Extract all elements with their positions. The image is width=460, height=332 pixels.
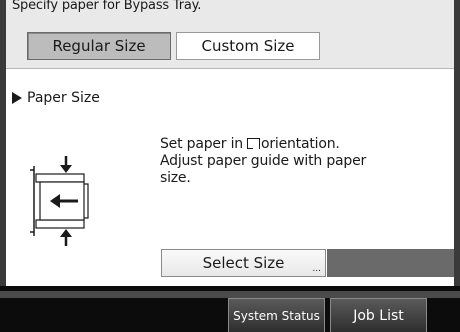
message-line2: Adjust paper guide with paper: [160, 153, 367, 169]
selection-status-area: [327, 249, 454, 277]
message-line1-end: orientation.: [260, 136, 340, 152]
right-border: [454, 0, 460, 286]
tab-regular-size[interactable]: Regular Size: [27, 32, 171, 60]
system-status-button[interactable]: System Status: [228, 298, 325, 332]
message-line1-start: Set paper in: [160, 136, 243, 152]
triangle-right-icon: [12, 92, 22, 104]
select-size-label: Select Size: [202, 254, 285, 272]
footer-strip: [0, 291, 460, 298]
more-options-indicator: ...: [312, 264, 321, 274]
job-list-button[interactable]: Job List: [330, 298, 427, 332]
top-panel: Specify paper for Bypass Tray. Regular S…: [6, 0, 454, 68]
section-heading: Paper Size: [12, 90, 100, 106]
message-line3: size.: [160, 170, 191, 186]
paper-orientation-icon: [246, 138, 260, 149]
select-size-button[interactable]: Select Size ...: [161, 249, 326, 277]
divider: [6, 68, 454, 69]
section-heading-label: Paper Size: [27, 90, 100, 106]
tab-custom-size[interactable]: Custom Size: [176, 32, 320, 60]
instruction-message: Set paper in orientation. Adjust paper gu…: [160, 136, 366, 187]
screen: Specify paper for Bypass Tray. Regular S…: [0, 0, 460, 332]
paper-guide-icon: [30, 156, 89, 246]
instruction-text: Specify paper for Bypass Tray.: [12, 0, 202, 13]
